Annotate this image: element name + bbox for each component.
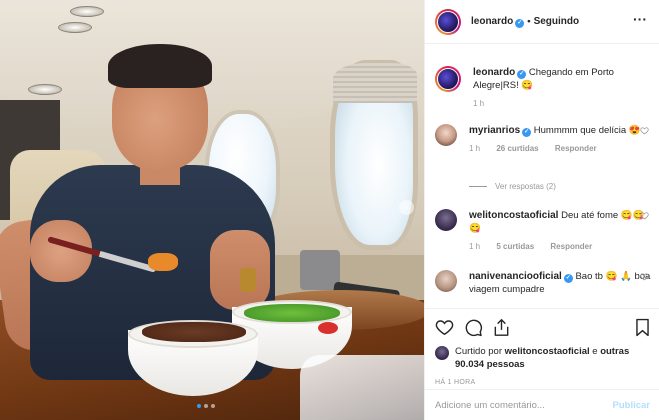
comment: myrianrios ✓ Hummmm que delícia 😍 1 h 26 … (435, 124, 653, 153)
liked-by-user[interactable]: welitoncostaoficial (505, 346, 590, 357)
separator: • (527, 15, 531, 27)
verified-icon: ✓ (563, 274, 573, 283)
heart-icon[interactable] (640, 126, 649, 137)
reply-button[interactable]: Responder (550, 242, 592, 251)
view-replies[interactable]: Ver respostas (2) (469, 182, 556, 191)
watch (240, 268, 256, 292)
caption-username[interactable]: leonardo (473, 67, 515, 78)
comment-likes[interactable]: 26 curtidas (496, 144, 538, 153)
post-header: leonardo ✓ • Seguindo ··· (425, 0, 659, 44)
ellipsis-icon[interactable]: ··· (633, 12, 647, 26)
heart-icon[interactable] (435, 318, 454, 337)
comment-time[interactable]: 1 h (469, 242, 480, 251)
verified-icon: ✓ (517, 70, 527, 79)
verified-icon: ✓ (515, 18, 525, 28)
verified-icon: ✓ (522, 128, 532, 137)
window-shade (333, 63, 417, 103)
share-icon[interactable] (493, 318, 510, 337)
comment-username[interactable]: nanivenanciooficial (469, 271, 562, 282)
post-photo[interactable]: › (0, 0, 424, 420)
publish-button[interactable]: Publicar (613, 400, 651, 411)
caption-time[interactable]: 1 h (473, 99, 484, 108)
avatar[interactable] (435, 270, 457, 292)
carousel-dot-active (197, 404, 201, 408)
cabin-lamp (28, 84, 62, 95)
header-username[interactable]: leonardo (471, 16, 513, 27)
comment-text: Hummmm que delícia 😍 (533, 125, 641, 136)
heart-icon[interactable] (640, 272, 649, 283)
avatar[interactable] (435, 124, 457, 146)
comment: welitoncostaoficial Deu até fome 😋😋😋 1 h… (435, 209, 653, 251)
salad (244, 304, 340, 322)
heart-icon[interactable] (640, 211, 649, 222)
avatar[interactable] (435, 209, 457, 231)
avatar[interactable] (435, 66, 461, 92)
carousel-dot (204, 404, 208, 408)
meat (142, 322, 246, 342)
bookmark-icon[interactable] (635, 318, 650, 337)
chevron-right-icon[interactable]: › (399, 200, 414, 215)
tomato (318, 322, 338, 334)
comment-likes[interactable]: 5 curtidas (496, 242, 534, 251)
food-on-fork (148, 253, 178, 271)
reply-button[interactable]: Responder (555, 144, 597, 153)
likes-summary: Curtido por welitoncostaoficial e outras… (435, 345, 650, 371)
action-bar: Curtido por welitoncostaoficial e outras… (425, 308, 659, 386)
comment-username[interactable]: welitoncostaoficial (469, 210, 558, 221)
comment-time[interactable]: 1 h (469, 144, 480, 153)
caption: leonardo ✓ Chegando em Porto Alegre|RS! 😋… (435, 66, 653, 108)
plastic-wrap (300, 355, 424, 420)
post-timestamp[interactable]: HÁ 1 HORA (435, 379, 650, 386)
person-hair (108, 44, 212, 88)
comment-input[interactable] (435, 399, 613, 411)
cabin-lamp (70, 6, 104, 17)
comment-username[interactable]: myrianrios (469, 125, 520, 136)
carousel-dot (211, 404, 215, 408)
avatar[interactable] (435, 8, 461, 35)
comment-list: leonardo ✓ Chegando em Porto Alegre|RS! 😋… (425, 44, 659, 308)
add-comment-bar: Publicar (425, 389, 659, 420)
avatar[interactable] (435, 346, 449, 360)
comment-icon[interactable] (464, 318, 483, 337)
cabin-lamp (58, 22, 92, 33)
carousel-dots (197, 404, 215, 408)
post-details: leonardo ✓ • Seguindo ··· leonardo ✓ Chegand… (424, 0, 659, 420)
header-info: leonardo ✓ • Seguindo (471, 16, 579, 28)
follow-button[interactable]: Seguindo (534, 16, 580, 27)
comment: nanivenanciooficial ✓ Bao tb 😋 🙏 boa viag… (435, 270, 653, 296)
